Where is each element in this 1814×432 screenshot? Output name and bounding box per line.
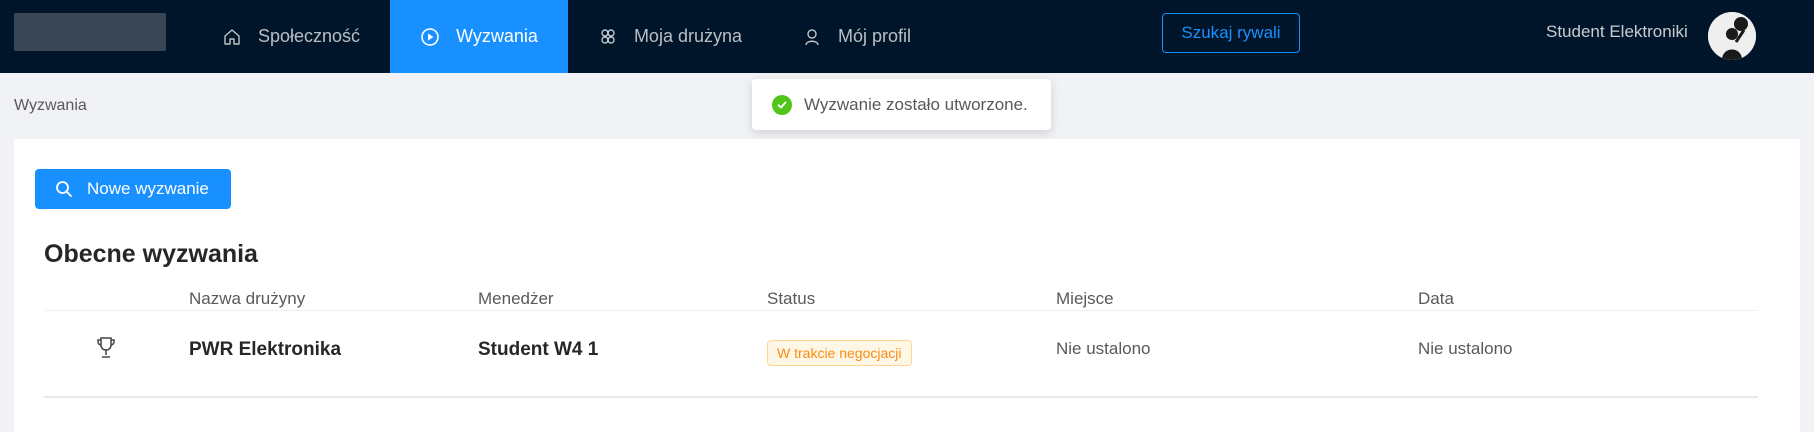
search-icon [55,180,73,198]
column-header-team: Nazwa drużyny [189,289,306,308]
team-name: PWR Elektronika [189,339,342,360]
column-header-date: Data [1418,289,1454,308]
row-divider [44,396,1758,398]
trophy-icon [95,336,117,360]
avatar[interactable] [1708,12,1756,60]
main-nav: Społeczność Wyzwania Moja drużyna Mój pr… [192,0,941,73]
home-icon [222,27,242,47]
column-header-manager: Menedżer [478,289,554,308]
nav-item-wyzwania[interactable]: Wyzwania [390,0,568,73]
status-badge: W trakcie negocjacji [767,340,912,366]
play-circle-icon [420,27,440,47]
table-row[interactable]: PWR Elektronika Student W4 1 W trakcie n… [44,311,1758,395]
nav-item-label: Mój profil [838,26,912,46]
place-value: Nie ustalono [1056,339,1151,358]
new-challenge-button[interactable]: Nowe wyzwanie [35,169,231,209]
user-icon [802,27,822,47]
logo[interactable] [14,13,166,51]
success-toast: Wyzwanie zostało utworzone. [752,79,1051,130]
nav-item-spolecznosc[interactable]: Społeczność [192,0,390,73]
search-rivals-button[interactable]: Szukaj rywali [1162,13,1300,53]
breadcrumb: Wyzwania [14,97,87,114]
nav-item-moja-druzyna[interactable]: Moja drużyna [568,0,772,73]
toast-message: Wyzwanie zostało utworzone. [804,94,1028,114]
section-title: Obecne wyzwania [44,240,258,268]
team-icon [598,27,618,47]
nav-item-label: Moja drużyna [633,26,742,46]
manager-name: Student W4 1 [478,339,599,360]
username[interactable]: Student Elektroniki [1546,22,1688,42]
nav-item-label: Społeczność [258,26,361,46]
column-header-status: Status [767,289,816,308]
table-header: Nazwa drużyny Menedżer Status Miejsce Da… [44,289,1758,311]
nav-item-moj-profil[interactable]: Mój profil [772,0,941,73]
challenges-table: Nazwa drużyny Menedżer Status Miejsce Da… [44,289,1758,311]
top-navbar: Społeczność Wyzwania Moja drużyna Mój pr… [0,0,1814,73]
column-header-place: Miejsce [1056,289,1114,308]
date-value: Nie ustalono [1418,339,1513,358]
nav-item-label: Wyzwania [456,26,538,46]
new-challenge-label: Nowe wyzwanie [87,179,209,198]
check-circle-icon [772,94,792,115]
